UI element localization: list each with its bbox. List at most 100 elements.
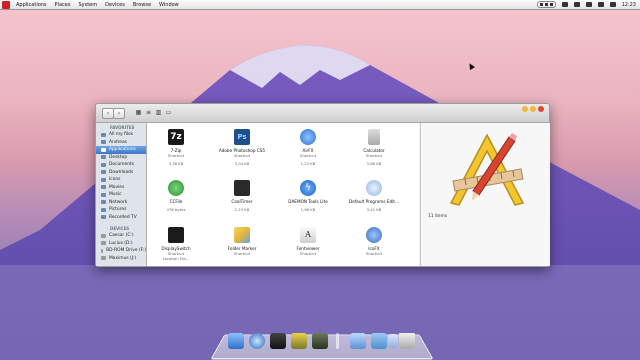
file-item[interactable]: Ps Adobe Photoshop CS5 Shortcut 3,04 KB bbox=[213, 129, 271, 166]
sidebar-item-lucius[interactable]: Lucius (D:) bbox=[96, 240, 146, 248]
file-item[interactable]: Default Programs Edit... 3,41 KB bbox=[345, 180, 403, 212]
file-item[interactable]: CCFile 476 bytes bbox=[147, 180, 205, 212]
sidebar-item-movies[interactable]: Movies bbox=[96, 184, 146, 192]
folder-icon[interactable] bbox=[371, 333, 387, 349]
fontviewer-icon: A bbox=[300, 227, 316, 243]
system-logo-icon[interactable] bbox=[2, 0, 10, 9]
sidebar-item-bd-rom[interactable]: BD-ROM Drive (F:) bbox=[96, 247, 146, 255]
menubar-tray: 12:23 bbox=[536, 0, 636, 9]
sidebar-item-icons[interactable]: Icons bbox=[96, 176, 146, 184]
volume-icon[interactable] bbox=[573, 2, 580, 7]
sidebar-item-desktop[interactable]: Desktop bbox=[96, 154, 146, 162]
cooltimer-icon bbox=[234, 180, 250, 196]
downloads-icon[interactable] bbox=[388, 334, 398, 348]
files-icon bbox=[101, 132, 106, 137]
network-icon[interactable] bbox=[561, 2, 568, 7]
file-item[interactable]: CoolTimer 2,23 KB bbox=[213, 180, 271, 212]
sidebar-item-recorded-tv[interactable]: Recorded TV bbox=[96, 214, 146, 222]
clock[interactable]: 12:23 bbox=[622, 2, 636, 8]
trash-icon[interactable] bbox=[399, 333, 415, 349]
file-item[interactable]: Folder Marker Shortcut bbox=[213, 227, 271, 256]
sidebar-heading-devices: DEVICES bbox=[110, 226, 130, 231]
file-item[interactable]: 7z 7-Zip Shortcut 3,36 KB bbox=[147, 129, 205, 166]
menu-browse[interactable]: Browse bbox=[133, 2, 151, 8]
drive-icon bbox=[101, 241, 106, 246]
dock-separator bbox=[336, 333, 339, 349]
drive-icon bbox=[101, 233, 106, 238]
battery-icon[interactable] bbox=[585, 2, 592, 7]
file-item[interactable]: AirFX Shortcut 1,23 KB bbox=[279, 129, 337, 166]
daemon-tools-icon: ϟ bbox=[300, 180, 316, 196]
list-view-icon[interactable]: ≡ bbox=[144, 108, 153, 117]
sidebar-item-downloads[interactable]: Downloads bbox=[96, 169, 146, 177]
forward-button[interactable]: › bbox=[113, 108, 125, 119]
sidebar-item-caesar[interactable]: Caesar (C:) bbox=[96, 232, 146, 240]
sidebar-item-applications[interactable]: Applications bbox=[96, 146, 146, 154]
menu-applications[interactable]: Applications bbox=[16, 2, 47, 8]
file-item[interactable]: A Fontviewer Shortcut bbox=[279, 227, 337, 256]
menu-places[interactable]: Places bbox=[55, 2, 71, 8]
applications-icon bbox=[101, 147, 106, 152]
menu-window[interactable]: Window bbox=[159, 2, 179, 8]
play-icon[interactable] bbox=[544, 3, 548, 6]
music-icon bbox=[101, 192, 106, 197]
menu-devices[interactable]: Devices bbox=[105, 2, 125, 8]
keyboard-icon[interactable] bbox=[609, 2, 616, 7]
folder-marker-icon bbox=[234, 227, 250, 243]
photoshop-icon: Ps bbox=[234, 129, 250, 145]
sidebar-heading-favorites: FAVORITES bbox=[110, 125, 135, 130]
game-icon[interactable] bbox=[312, 333, 328, 349]
documents-icon bbox=[101, 162, 106, 167]
disc-icon bbox=[101, 248, 104, 253]
applications-folder-icon bbox=[449, 133, 525, 206]
calculator-icon bbox=[368, 129, 380, 145]
displayswitch-icon bbox=[168, 227, 184, 243]
downloads-icon bbox=[101, 170, 106, 175]
sidebar-item-andreas[interactable]: Andreas bbox=[96, 139, 146, 147]
item-count: 11 items bbox=[428, 214, 448, 219]
finder-icon[interactable] bbox=[228, 333, 244, 349]
column-view-icon[interactable]: ▥ bbox=[154, 108, 163, 117]
home-icon bbox=[101, 140, 106, 145]
network-icon bbox=[101, 200, 106, 205]
app-icon[interactable] bbox=[270, 333, 286, 349]
movies-icon bbox=[101, 185, 106, 190]
icofx-icon bbox=[366, 227, 382, 243]
file-item[interactable]: Calculator Shortcut 3,88 KB bbox=[345, 129, 403, 166]
file-item[interactable]: IcoFX Shortcut bbox=[345, 227, 403, 256]
preview-pane: 11 items bbox=[420, 123, 550, 266]
7zip-icon: 7z bbox=[168, 129, 184, 145]
folder-icon bbox=[101, 177, 106, 182]
sidebar-item-music[interactable]: Music bbox=[96, 191, 146, 199]
sidebar-item-all-my-files[interactable]: All my files bbox=[96, 131, 146, 139]
next-icon[interactable] bbox=[549, 3, 553, 6]
default-programs-icon bbox=[366, 180, 382, 196]
flag-icon[interactable] bbox=[597, 2, 604, 7]
pictures-icon bbox=[101, 207, 106, 212]
previous-icon[interactable] bbox=[539, 3, 543, 6]
top-menubar: Applications Places System Devices Brows… bbox=[0, 0, 640, 10]
file-item[interactable]: ϟ DAEMON Tools Lite 1,96 KB bbox=[279, 180, 337, 212]
maximize-button[interactable] bbox=[530, 106, 536, 112]
window-toolbar: ‹ › ▦ ≡ ▥ ▭ bbox=[96, 104, 549, 123]
tv-icon bbox=[101, 215, 106, 220]
media-controls[interactable] bbox=[536, 1, 556, 8]
sidebar-item-pictures[interactable]: Pictures bbox=[96, 206, 146, 214]
file-item[interactable]: DisplaySwitch Shortcut Location Dis... bbox=[147, 227, 205, 261]
airfx-icon bbox=[300, 129, 316, 145]
ccfile-icon bbox=[168, 180, 184, 196]
sidebar-item-maximus[interactable]: Maximus (J:) bbox=[96, 255, 146, 263]
minimize-button[interactable] bbox=[522, 106, 528, 112]
finder-window: ‹ › ▦ ≡ ▥ ▭ FAVORITES All my files Andre… bbox=[95, 103, 550, 267]
sidebar: FAVORITES All my files Andreas Applicati… bbox=[96, 123, 147, 266]
menu-system[interactable]: System bbox=[78, 2, 97, 8]
desktop-icon bbox=[101, 155, 106, 160]
sidebar-item-documents[interactable]: Documents bbox=[96, 161, 146, 169]
puzzle-icon[interactable] bbox=[291, 333, 307, 349]
display-icon[interactable] bbox=[350, 333, 366, 349]
sidebar-item-network[interactable]: Network bbox=[96, 199, 146, 207]
coverflow-view-icon[interactable]: ▭ bbox=[164, 108, 173, 117]
safari-icon[interactable] bbox=[249, 333, 265, 349]
close-button[interactable] bbox=[538, 106, 544, 112]
icon-view-icon[interactable]: ▦ bbox=[134, 108, 143, 117]
